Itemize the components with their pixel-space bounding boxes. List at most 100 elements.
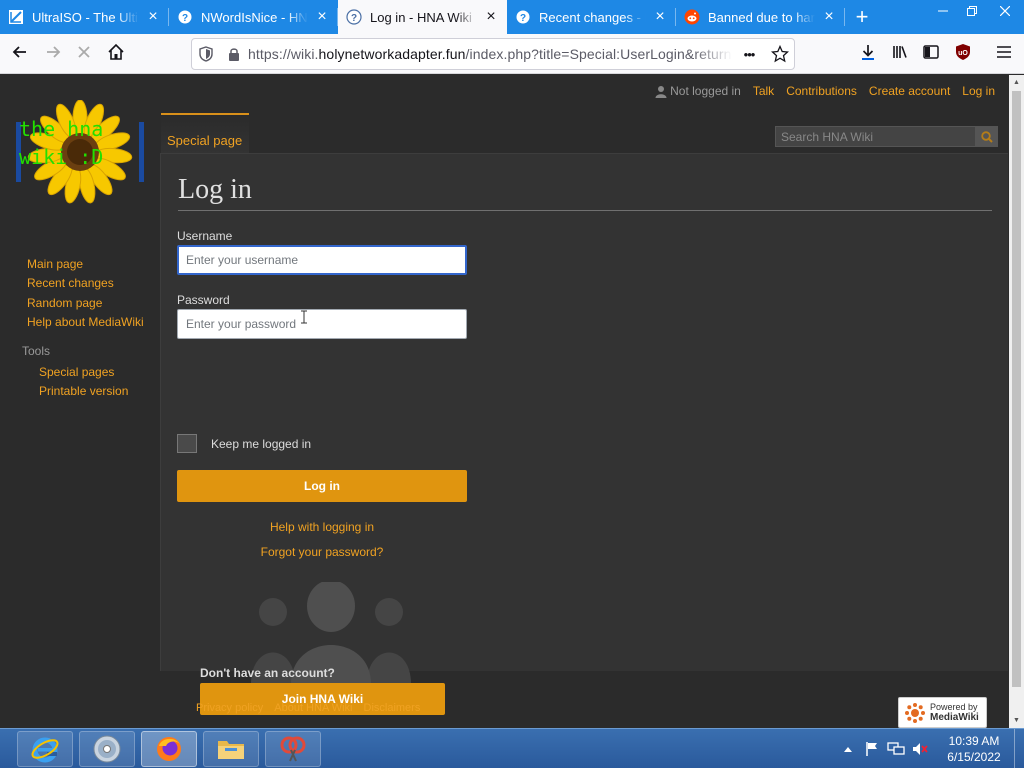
clock-date: 6/15/2022 bbox=[947, 750, 1001, 764]
scissors-icon bbox=[280, 736, 306, 762]
sidebar-item-help[interactable]: Help about MediaWiki bbox=[27, 315, 144, 329]
no-account-text: Don't have an account? bbox=[200, 666, 335, 680]
wiki-logo[interactable]: the hna wiki :D bbox=[14, 99, 146, 205]
tab-title: Log in - HNA Wiki bbox=[370, 9, 472, 25]
web-page: Not logged in Talk Contributions Create … bbox=[0, 75, 1009, 728]
sidebar-item-printable-version[interactable]: Printable version bbox=[39, 384, 128, 398]
window-controls bbox=[928, 0, 1024, 22]
download-icon bbox=[859, 43, 877, 66]
search-input[interactable]: Search HNA Wiki bbox=[775, 126, 976, 147]
show-desktop-button[interactable] bbox=[1014, 729, 1024, 768]
network-icon[interactable] bbox=[886, 739, 906, 759]
tab-special-page[interactable]: Special page bbox=[161, 113, 249, 153]
disclaimers-link[interactable]: Disclaimers bbox=[364, 702, 421, 714]
scroll-up-icon[interactable]: ▲ bbox=[1009, 75, 1024, 90]
show-hidden-icons-icon[interactable] bbox=[838, 739, 858, 759]
mediawiki-text: MediaWiki bbox=[930, 712, 979, 723]
browser-tab-nwordisnice[interactable]: ? NWordIsNice - HNA × bbox=[169, 0, 338, 34]
scrollbar-thumb[interactable] bbox=[1012, 91, 1021, 687]
forgot-password-link[interactable]: Forgot your password? bbox=[177, 545, 467, 559]
home-button[interactable] bbox=[100, 38, 132, 70]
close-icon[interactable]: × bbox=[821, 8, 837, 25]
search-form: Search HNA Wiki bbox=[775, 126, 998, 147]
browser-tab-reddit[interactable]: Banned due to haras × bbox=[676, 0, 845, 34]
taskbar-firefox[interactable] bbox=[141, 731, 197, 767]
windows-taskbar: 10:39 AM 6/15/2022 bbox=[0, 728, 1024, 768]
search-icon bbox=[981, 130, 993, 143]
scroll-down-icon[interactable]: ▼ bbox=[1009, 713, 1024, 728]
username-field[interactable]: Enter your username bbox=[177, 245, 467, 275]
personal-tools: Not logged in Talk Contributions Create … bbox=[643, 84, 995, 98]
sidebar-item-main-page[interactable]: Main page bbox=[27, 257, 83, 271]
taskbar-internet-explorer[interactable] bbox=[17, 731, 73, 767]
sidebar-item-special-pages[interactable]: Special pages bbox=[39, 365, 114, 379]
browser-tab-recent-changes[interactable]: ? Recent changes - HN × bbox=[507, 0, 676, 34]
contributions-link[interactable]: Contributions bbox=[786, 84, 857, 98]
login-link[interactable]: Log in bbox=[962, 84, 995, 98]
page-scrollbar[interactable]: ▲ ▼ bbox=[1009, 75, 1024, 728]
search-button[interactable] bbox=[976, 126, 998, 147]
close-icon[interactable]: × bbox=[314, 8, 330, 25]
svg-text:?: ? bbox=[351, 13, 357, 24]
talk-link[interactable]: Talk bbox=[753, 84, 774, 98]
sidebar-toggle-button[interactable] bbox=[915, 38, 947, 70]
help-login-link[interactable]: Help with logging in bbox=[177, 520, 467, 534]
internet-explorer-icon bbox=[31, 737, 59, 763]
url-text[interactable]: https://wiki.holynetworkadapter.fun/inde… bbox=[248, 46, 732, 62]
sidebar-item-random-page[interactable]: Random page bbox=[27, 296, 102, 310]
remember-me-label[interactable]: Keep me logged in bbox=[211, 437, 311, 451]
shield-icon[interactable] bbox=[192, 39, 220, 69]
user-icon bbox=[655, 85, 667, 98]
powered-by-mediawiki-badge[interactable]: Powered by MediaWiki bbox=[898, 697, 987, 728]
wiki-icon: ? bbox=[346, 9, 362, 25]
url-prefix: https://wiki. bbox=[248, 46, 319, 62]
tools-heading[interactable]: Tools bbox=[22, 344, 50, 358]
password-field[interactable]: Enter your password bbox=[177, 309, 467, 339]
downloads-button[interactable] bbox=[852, 38, 884, 70]
new-tab-button[interactable]: + bbox=[845, 0, 879, 34]
browser-tab-login[interactable]: ? Log in - HNA Wiki × bbox=[338, 0, 507, 34]
privacy-policy-link[interactable]: Privacy policy bbox=[196, 702, 263, 714]
login-button[interactable]: Log in bbox=[177, 470, 467, 502]
lock-icon[interactable] bbox=[220, 39, 248, 69]
page-actions-icon[interactable]: ••• bbox=[732, 39, 766, 69]
back-button[interactable] bbox=[4, 38, 36, 70]
bookmark-star-icon[interactable] bbox=[766, 39, 794, 69]
library-button[interactable] bbox=[884, 38, 916, 70]
close-icon[interactable]: × bbox=[652, 8, 668, 25]
url-domain: holynetworkadapter.fun bbox=[318, 46, 466, 62]
address-bar[interactable]: https://wiki.holynetworkadapter.fun/inde… bbox=[191, 38, 795, 70]
stop-button[interactable] bbox=[68, 38, 100, 70]
browser-tab-ultraiso[interactable]: UltraISO - The Ultim × bbox=[0, 0, 169, 34]
mediawiki-logo-icon bbox=[905, 702, 925, 723]
forward-button[interactable] bbox=[37, 38, 69, 70]
tab-bar: UltraISO - The Ultim × ? NWordIsNice - H… bbox=[0, 0, 1024, 34]
ublock-button[interactable]: uO bbox=[947, 38, 979, 70]
minimize-icon[interactable] bbox=[928, 0, 957, 22]
taskbar-clock[interactable]: 10:39 AM 6/15/2022 bbox=[942, 733, 1006, 765]
taskbar-snipping-tool[interactable] bbox=[265, 731, 321, 767]
folder-icon bbox=[218, 741, 244, 759]
create-account-link[interactable]: Create account bbox=[869, 84, 950, 98]
system-tray: 10:39 AM 6/15/2022 bbox=[838, 729, 1024, 768]
about-wiki-link[interactable]: About HNA Wiki bbox=[274, 702, 352, 714]
window-close-icon[interactable] bbox=[986, 0, 1024, 22]
taskbar-cd-burner[interactable] bbox=[79, 731, 135, 767]
disc-icon bbox=[93, 735, 121, 763]
menu-button[interactable] bbox=[988, 38, 1020, 70]
navigation-toolbar: https://wiki.holynetworkadapter.fun/inde… bbox=[0, 34, 1024, 74]
remember-me-checkbox[interactable] bbox=[177, 434, 197, 453]
restore-icon[interactable] bbox=[957, 0, 986, 22]
taskbar-file-explorer[interactable] bbox=[203, 731, 259, 767]
wiki-icon: ? bbox=[515, 9, 531, 25]
sidebar-item-recent-changes[interactable]: Recent changes bbox=[27, 276, 114, 290]
status-text: Not logged in bbox=[670, 84, 741, 98]
footer: Privacy policy About HNA Wiki Disclaimer… bbox=[196, 702, 431, 714]
close-icon[interactable]: × bbox=[483, 8, 499, 25]
library-icon bbox=[891, 43, 909, 66]
volume-muted-icon[interactable] bbox=[910, 739, 930, 759]
page-title: Log in bbox=[178, 174, 992, 211]
action-center-flag-icon[interactable] bbox=[862, 739, 882, 759]
close-icon[interactable]: × bbox=[145, 8, 161, 25]
svg-text:uO: uO bbox=[958, 50, 968, 57]
